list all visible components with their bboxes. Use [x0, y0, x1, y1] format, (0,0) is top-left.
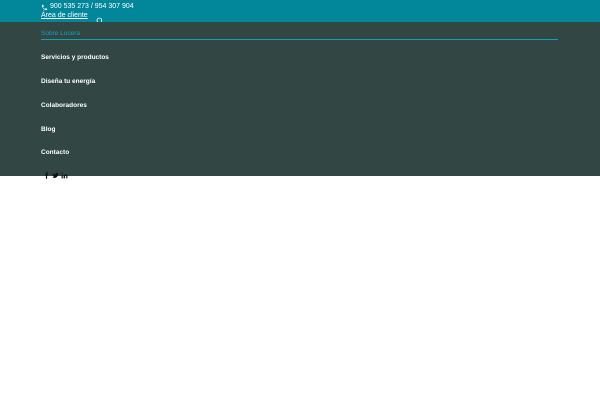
phone-contact: 900 535 273 / 954 307 904: [41, 3, 134, 11]
menu-item-servicios-productos[interactable]: Servicios y productos: [41, 54, 109, 62]
twitter-icon[interactable]: [52, 166, 59, 178]
client-area-row: Área de cliente: [41, 12, 103, 25]
linkedin-icon[interactable]: [61, 166, 68, 179]
search-icon[interactable]: [94, 12, 103, 25]
menu-item-contacto[interactable]: Contacto: [41, 149, 69, 157]
menu-item-disena-energia[interactable]: Diseña tu energía: [41, 78, 95, 86]
client-area-link[interactable]: Área de cliente: [41, 12, 88, 20]
menu-item-blog[interactable]: Blog: [41, 126, 55, 134]
menu-item-colaboradores[interactable]: Colaboradores: [41, 102, 87, 110]
menu-item-sobre-lucera[interactable]: Sobre Lucera: [41, 30, 80, 38]
mobile-menu: [0, 22, 600, 176]
active-item-underline: [41, 39, 558, 40]
phone-numbers: 900 535 273 / 954 307 904: [50, 3, 134, 10]
top-bar: 900 535 273 / 954 307 904 Área de client…: [0, 0, 600, 25]
social-links: [43, 166, 70, 179]
phone-icon: [41, 4, 48, 11]
facebook-icon[interactable]: [43, 166, 50, 179]
